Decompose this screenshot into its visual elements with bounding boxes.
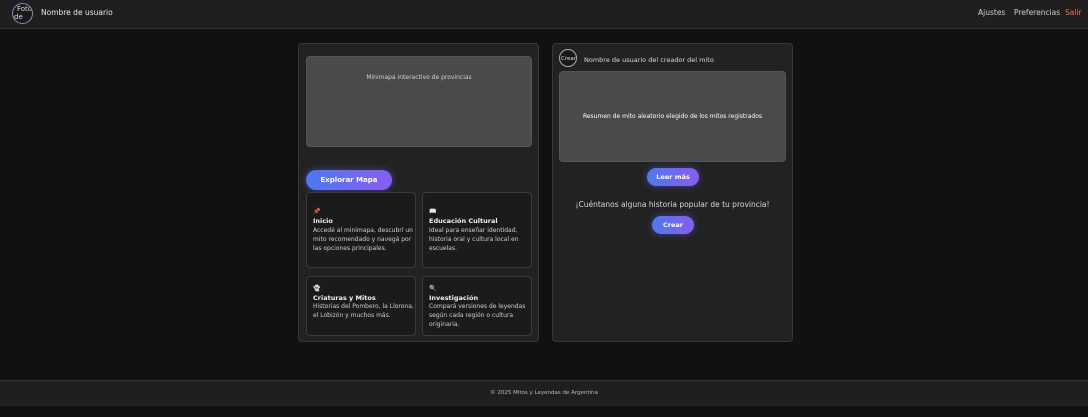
info-card-description: Accedé al minimapa, descubrí un mito rec…	[313, 227, 413, 253]
info-card-title: Investigación	[429, 294, 479, 302]
info-card-education[interactable]: 📖 Educación Cultural Ideal para enseñar …	[422, 192, 532, 268]
nav-logout[interactable]: Salir	[1065, 8, 1082, 17]
info-card-description: Compará versiones de leyendas según cada…	[429, 303, 526, 329]
top-bar: Foto de Nombre de usuario Ajustes Prefer…	[0, 0, 1088, 29]
info-card-home[interactable]: 📌 Inicio Accedé al minimapa, descubrí un…	[306, 192, 416, 268]
ghost-icon: 👻	[313, 285, 321, 292]
copyright-text: © 2025 Mitos y Leyendas de Argentina	[490, 390, 598, 396]
avatar-alt-line1: Foto	[17, 5, 33, 13]
explore-map-button[interactable]: Explorar Mapa	[306, 170, 392, 190]
myth-summary-text: Resumen de mito aleatorio elegido de los…	[582, 113, 763, 120]
footer: © 2025 Mitos y Leyendas de Argentina	[0, 380, 1088, 406]
book-icon: 📖	[429, 208, 437, 215]
info-card-description: Historias del Pombero, la Llorona, el Lo…	[313, 303, 414, 320]
share-story-prompt: ¡Cuéntanos alguna historia popular de tu…	[575, 200, 770, 209]
info-card-description: Ideal para enseñar identidad, historia o…	[429, 227, 519, 253]
info-card-title: Inicio	[313, 217, 333, 225]
read-more-button[interactable]: Leer más	[647, 168, 699, 186]
pin-icon: 📌	[313, 208, 321, 215]
info-card-research[interactable]: 🔍 Investigación Compará versiones de ley…	[422, 276, 532, 336]
creator-avatar-alt: Crear	[561, 56, 576, 62]
info-card-title: Educación Cultural	[429, 217, 498, 225]
user-avatar[interactable]: Foto de	[12, 3, 33, 24]
myth-summary: Resumen de mito aleatorio elegido de los…	[559, 71, 786, 162]
avatar-alt-line2: de	[14, 13, 23, 21]
magnifier-icon: 🔍	[429, 285, 437, 292]
creator-name[interactable]: Nombre de usuario del creador del mito	[584, 56, 714, 64]
minimap-label: Minimapa interactivo de provincias	[366, 74, 472, 81]
info-card-title: Criaturas y Mitos	[313, 294, 376, 302]
province-minimap[interactable]: Minimapa interactivo de provincias	[306, 56, 532, 147]
create-button[interactable]: Crear	[652, 216, 694, 234]
nav-settings[interactable]: Ajustes	[978, 8, 1005, 17]
info-card-creatures[interactable]: 👻 Criaturas y Mitos Historias del Pomber…	[306, 276, 416, 336]
creator-avatar[interactable]: Crear	[559, 49, 577, 67]
username: Nombre de usuario	[41, 8, 113, 17]
nav-preferences[interactable]: Preferencias	[1014, 8, 1060, 17]
